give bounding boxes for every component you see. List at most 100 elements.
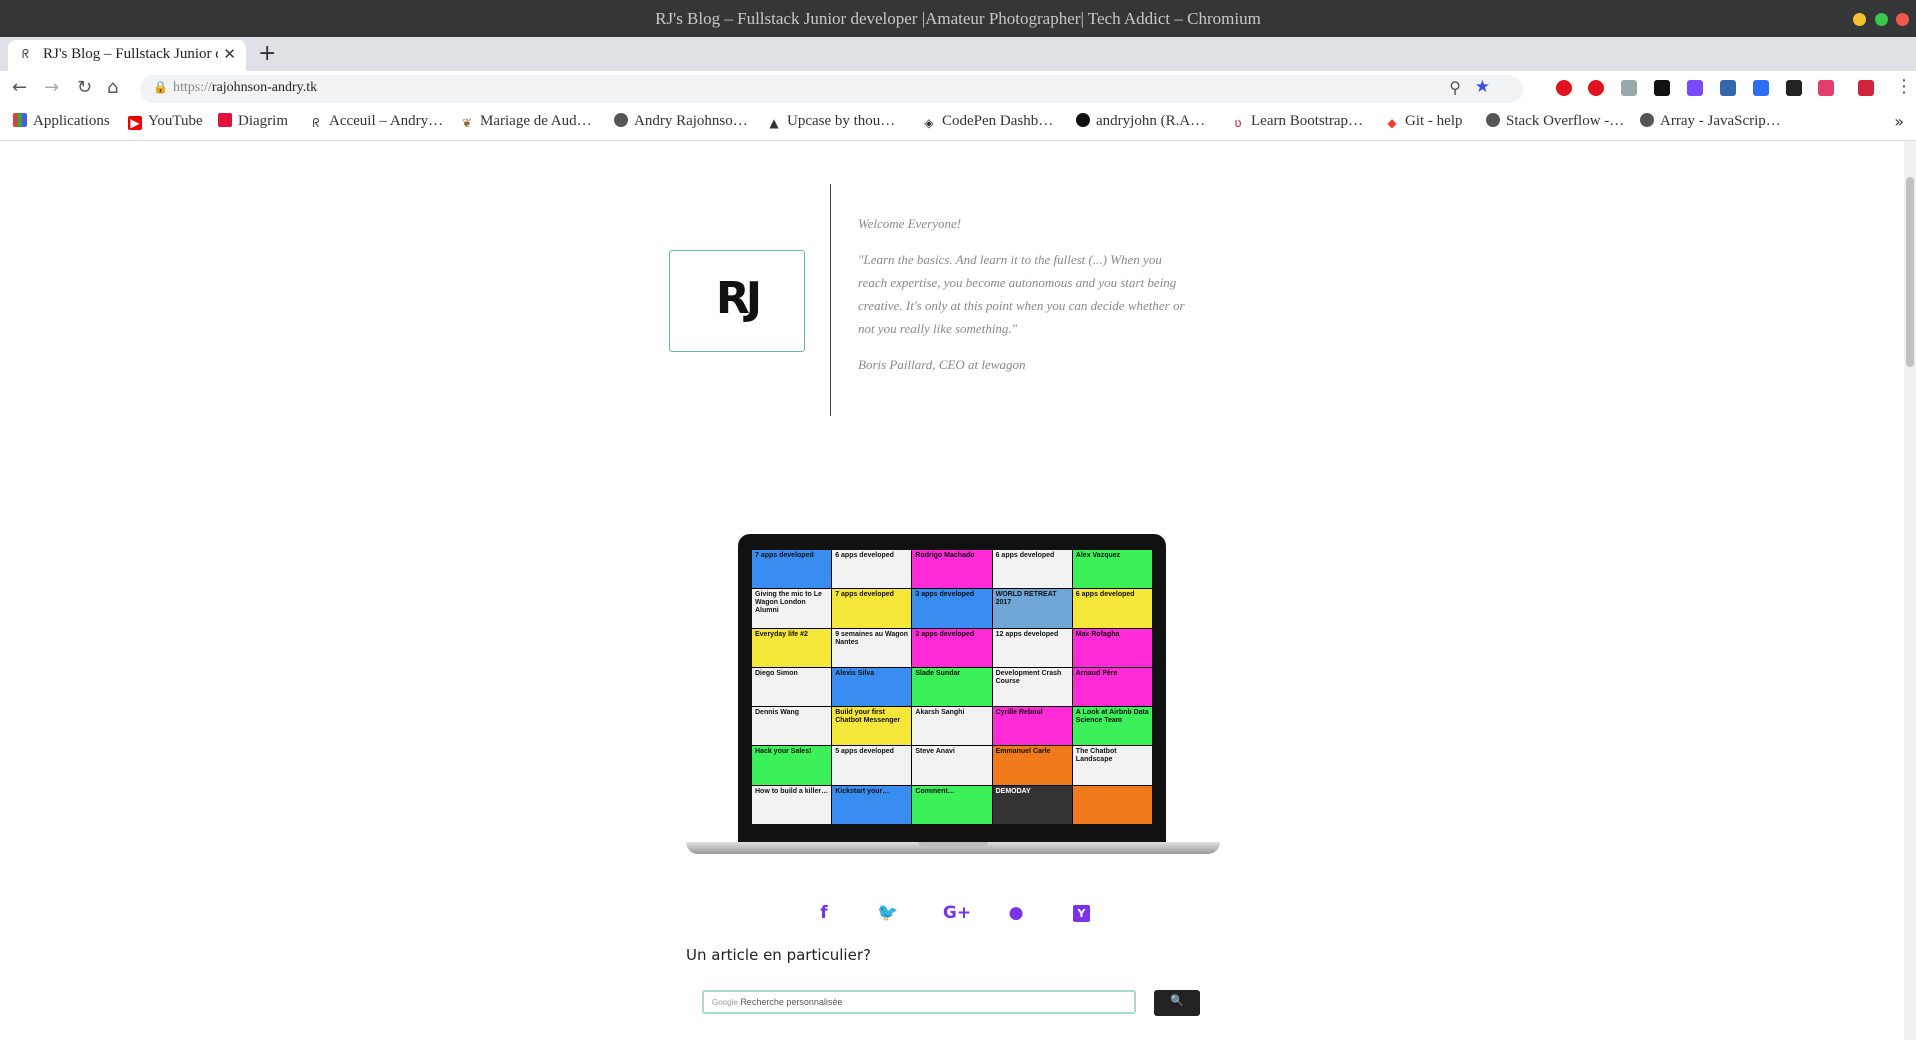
url-text[interactable]: https://rajohnson-andry.tk	[173, 80, 317, 96]
new-tab-button[interactable]: +	[258, 41, 276, 66]
bookmark-acceuil[interactable]: ᖇ Acceuil – Andry…	[309, 113, 443, 130]
screen-tile: Alexis Silva	[832, 667, 912, 707]
youtube-icon: ▶	[128, 116, 142, 130]
bookmark-bootstrap[interactable]: ʋ Learn Bootstrap…	[1231, 113, 1363, 130]
browser-toolbar: ← → ↻ ⌂ 🔒 https://rajohnson-andry.tk ⚲ ★…	[0, 71, 1916, 106]
screen-tile: Akarsh Sanghi	[912, 707, 992, 746]
forward-button[interactable]: →	[44, 77, 59, 98]
close-window-button[interactable]	[1896, 13, 1909, 26]
search-placeholder: Recherche personnalisée	[740, 997, 843, 1007]
screen-tile: 6 apps developed	[832, 550, 912, 589]
address-bar[interactable]: 🔒 https://rajohnson-andry.tk ⚲ ★	[140, 75, 1523, 103]
bookmark-array-js[interactable]: Array - JavaScrip…	[1640, 113, 1781, 130]
gift-extension-icon[interactable]	[1858, 80, 1874, 96]
browser-menu-icon[interactable]: ⋮	[1895, 76, 1913, 97]
screen-tile: 6 apps developed	[992, 550, 1072, 589]
screen-tile: WORLD RETREAT 2017	[992, 589, 1072, 628]
screen-tile: Kickstart your…	[832, 785, 912, 824]
screen-tile: Comment…	[912, 785, 992, 824]
reddit-icon[interactable]: ●	[1004, 903, 1028, 923]
bookmark-stackoverflow[interactable]: Stack Overflow -…	[1486, 113, 1624, 130]
screen-tile: 7 apps developed	[752, 550, 832, 589]
rj-favicon-icon: ᖇ	[312, 116, 320, 130]
globe-icon	[614, 113, 628, 127]
codepen-icon: ◈	[924, 116, 934, 130]
bookmark-diagrim[interactable]: Diagrim	[218, 113, 288, 130]
tab-strip: ᖇ RJ's Blog – Fullstack Junior developer…	[0, 37, 1916, 71]
search-question: Un article en particulier?	[686, 946, 871, 964]
adblock-extension-icon[interactable]	[1588, 80, 1604, 96]
ninja-extension-icon[interactable]	[1654, 80, 1670, 96]
leaf-icon: ❦	[461, 116, 473, 130]
welcome-text: Welcome Everyone!	[858, 216, 962, 231]
apps-grid-icon	[13, 113, 27, 127]
bootstrap-icon: ʋ	[1234, 116, 1242, 130]
bookmark-git-help[interactable]: ◆ Git - help	[1385, 113, 1462, 130]
screen-tile: Diego Simon	[752, 667, 832, 707]
bookmark-andry[interactable]: Andry Rajohnso…	[614, 113, 748, 130]
scrn-extension-icon[interactable]	[1720, 80, 1736, 96]
translate-extension-icon[interactable]	[1818, 80, 1834, 96]
laptop-mockup: 7 apps developed 6 apps developed Rodrigo …	[686, 534, 1220, 856]
welcome-quote: Welcome Everyone! "Learn the basics. And…	[858, 212, 1188, 389]
tab-active[interactable]: ᖇ RJ's Blog – Fullstack Junior developer…	[8, 40, 246, 71]
back-button[interactable]: ←	[12, 77, 27, 98]
screen-tile: Steve Anavi	[912, 746, 992, 785]
screen-tile: Everyday life #2	[752, 628, 832, 667]
screen-tile	[1072, 785, 1152, 824]
bookmark-codepen[interactable]: ◈ CodePen Dashb…	[922, 113, 1053, 130]
close-icon[interactable]: ✕	[223, 45, 236, 63]
search-input[interactable]: Google Recherche personnalisée	[702, 990, 1136, 1014]
reload-button[interactable]: ↻	[77, 77, 92, 98]
twitter-icon[interactable]: 🐦	[876, 903, 900, 923]
git-icon: ◆	[1387, 116, 1397, 130]
scrollbar-thumb[interactable]	[1906, 177, 1914, 367]
facebook-icon[interactable]: f	[812, 903, 836, 923]
lock-icon: 🔒	[153, 80, 168, 94]
minimize-button[interactable]	[1853, 13, 1866, 26]
window-title: RJ's Blog – Fullstack Junior developer |…	[655, 9, 1261, 28]
screen-tile: The Chatbot Landscape	[1072, 746, 1152, 785]
bookmarks-bar: Applications ▶ YouTube Diagrim ᖇ Acceuil –…	[0, 106, 1916, 141]
diagrim-icon	[218, 113, 232, 127]
screen-tile: A Look at Airbnb Data Science Team	[1072, 707, 1152, 746]
laptop-lid: 7 apps developed 6 apps developed Rodrigo …	[738, 534, 1166, 844]
terminal-extension-icon[interactable]	[1786, 80, 1802, 96]
hero-divider	[830, 184, 831, 416]
screen-tile: Hack your Sales!	[752, 746, 832, 785]
googleplus-icon[interactable]: G+	[940, 903, 974, 923]
globe-icon	[1486, 113, 1500, 127]
google-label: Google	[712, 998, 738, 1007]
bookmark-star-icon[interactable]: ★	[1475, 77, 1490, 97]
screen-tile: 9 semaines au Wagon Nantes	[832, 628, 912, 667]
todoist-extension-icon[interactable]	[1753, 80, 1769, 96]
search-button[interactable]: 🔍	[1154, 990, 1200, 1016]
screen-tile: Development Crash Course	[992, 667, 1072, 707]
bookmark-applications[interactable]: Applications	[13, 113, 110, 130]
bookmark-mariage[interactable]: ❦ Mariage de Aud…	[460, 113, 592, 130]
bookmarks-more-icon[interactable]: »	[1894, 112, 1904, 131]
screen-tile: How to build a killer…	[752, 785, 832, 824]
hackernews-icon[interactable]: Y	[1073, 905, 1090, 922]
laptop-screen-grid: 7 apps developed 6 apps developed Rodrigo …	[752, 550, 1152, 824]
arc-extension-icon[interactable]	[1687, 80, 1703, 96]
screen-tile: 3 apps developed	[912, 628, 992, 667]
eyedropper-extension-icon[interactable]	[1621, 80, 1637, 96]
home-button[interactable]: ⌂	[107, 77, 118, 98]
maximize-button[interactable]	[1875, 13, 1888, 26]
bookmark-github[interactable]: andryjohn (R.A…	[1076, 113, 1205, 130]
screen-tile: 5 apps developed	[832, 746, 912, 785]
screen-tile: Alex Vazquez	[1072, 550, 1152, 589]
bookmark-upcase[interactable]: ▲ Upcase by thou…	[767, 113, 895, 130]
upcase-icon: ▲	[769, 116, 779, 130]
opera-extension-icon[interactable]	[1556, 80, 1572, 96]
screen-tile: Max Rofagha	[1072, 628, 1152, 667]
site-logo[interactable]: RJ	[669, 250, 805, 352]
laptop-notch	[918, 842, 988, 847]
page-scrollbar[interactable]	[1904, 141, 1916, 1040]
zoom-icon[interactable]: ⚲	[1449, 78, 1461, 97]
bookmark-youtube[interactable]: ▶ YouTube	[128, 113, 203, 130]
screen-tile: 12 apps developed	[992, 628, 1072, 667]
github-icon	[1076, 113, 1090, 127]
window-titlebar: RJ's Blog – Fullstack Junior developer |…	[0, 0, 1916, 37]
